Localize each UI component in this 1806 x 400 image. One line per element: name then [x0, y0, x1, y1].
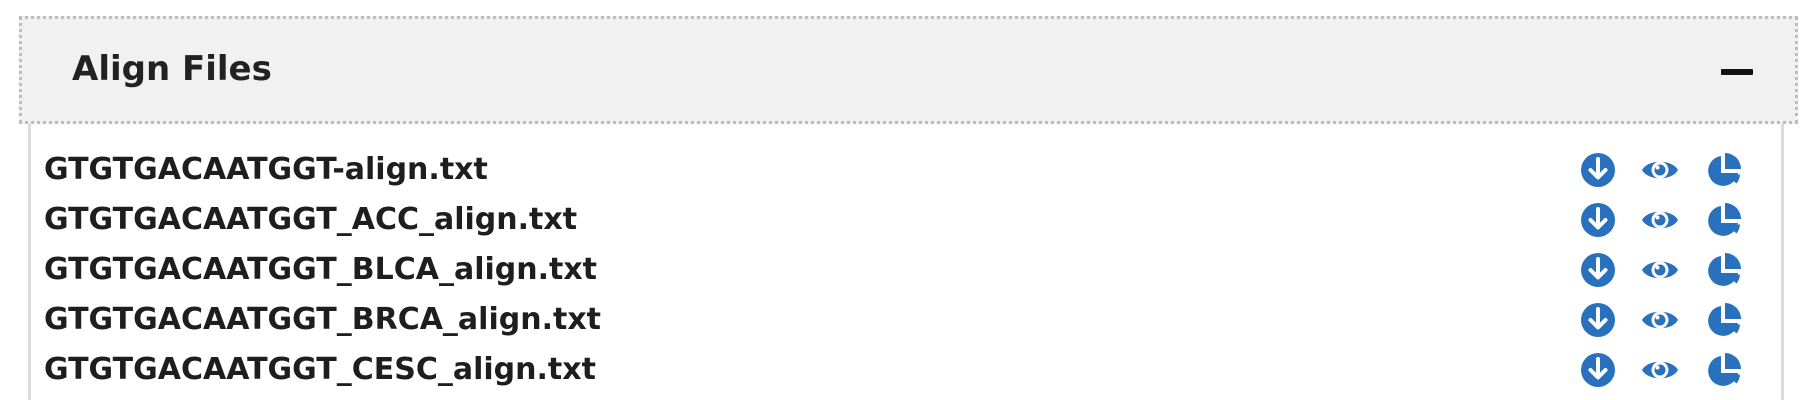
panel-title: Align Files	[72, 49, 272, 89]
stats-button[interactable]	[1704, 250, 1744, 290]
pie-chart-icon	[1704, 300, 1744, 340]
collapse-button[interactable]	[1717, 59, 1757, 83]
file-name[interactable]: GTGTGACAATGGT-align.txt	[44, 152, 488, 188]
file-actions	[1578, 300, 1758, 340]
file-name[interactable]: GTGTGACAATGGT_BRCA_align.txt	[44, 302, 601, 338]
download-button[interactable]	[1578, 300, 1618, 340]
file-row: GTGTGACAATGGT-align.txt	[44, 148, 1744, 198]
pie-chart-icon	[1704, 250, 1744, 290]
file-name[interactable]: GTGTGACAATGGT_BLCA_align.txt	[44, 252, 597, 288]
download-button[interactable]	[1578, 350, 1618, 390]
file-row: GTGTGACAATGGT_ACC_align.txt	[44, 198, 1744, 248]
download-button[interactable]	[1578, 150, 1618, 190]
eye-icon	[1640, 300, 1680, 340]
eye-icon	[1640, 200, 1680, 240]
download-icon	[1578, 350, 1618, 390]
file-list: GTGTGACAATGGT-align.txt GTGTGACAATGGT_AC…	[44, 148, 1744, 398]
file-row: GTGTGACAATGGT_CESC_align.txt	[44, 348, 1744, 398]
download-button[interactable]	[1578, 250, 1618, 290]
stats-button[interactable]	[1704, 300, 1744, 340]
pie-chart-icon	[1704, 150, 1744, 190]
eye-icon	[1640, 250, 1680, 290]
file-name[interactable]: GTGTGACAATGGT_CESC_align.txt	[44, 352, 596, 388]
pie-chart-icon	[1704, 200, 1744, 240]
eye-icon	[1640, 150, 1680, 190]
view-button[interactable]	[1640, 350, 1680, 390]
download-icon	[1578, 300, 1618, 340]
stats-button[interactable]	[1704, 350, 1744, 390]
file-name[interactable]: GTGTGACAATGGT_ACC_align.txt	[44, 202, 577, 238]
file-actions	[1578, 350, 1758, 390]
view-button[interactable]	[1640, 200, 1680, 240]
pie-chart-icon	[1704, 350, 1744, 390]
view-button[interactable]	[1640, 150, 1680, 190]
panel-header[interactable]: Align Files	[19, 16, 1798, 124]
stats-button[interactable]	[1704, 150, 1744, 190]
download-button[interactable]	[1578, 200, 1618, 240]
stats-button[interactable]	[1704, 200, 1744, 240]
minus-icon	[1721, 69, 1753, 75]
view-button[interactable]	[1640, 250, 1680, 290]
file-row: GTGTGACAATGGT_BRCA_align.txt	[44, 298, 1744, 348]
file-actions	[1578, 250, 1758, 290]
file-row: GTGTGACAATGGT_BLCA_align.txt	[44, 248, 1744, 298]
download-icon	[1578, 250, 1618, 290]
view-button[interactable]	[1640, 300, 1680, 340]
eye-icon	[1640, 350, 1680, 390]
download-icon	[1578, 200, 1618, 240]
download-icon	[1578, 150, 1618, 190]
file-actions	[1578, 200, 1758, 240]
file-actions	[1578, 150, 1758, 190]
